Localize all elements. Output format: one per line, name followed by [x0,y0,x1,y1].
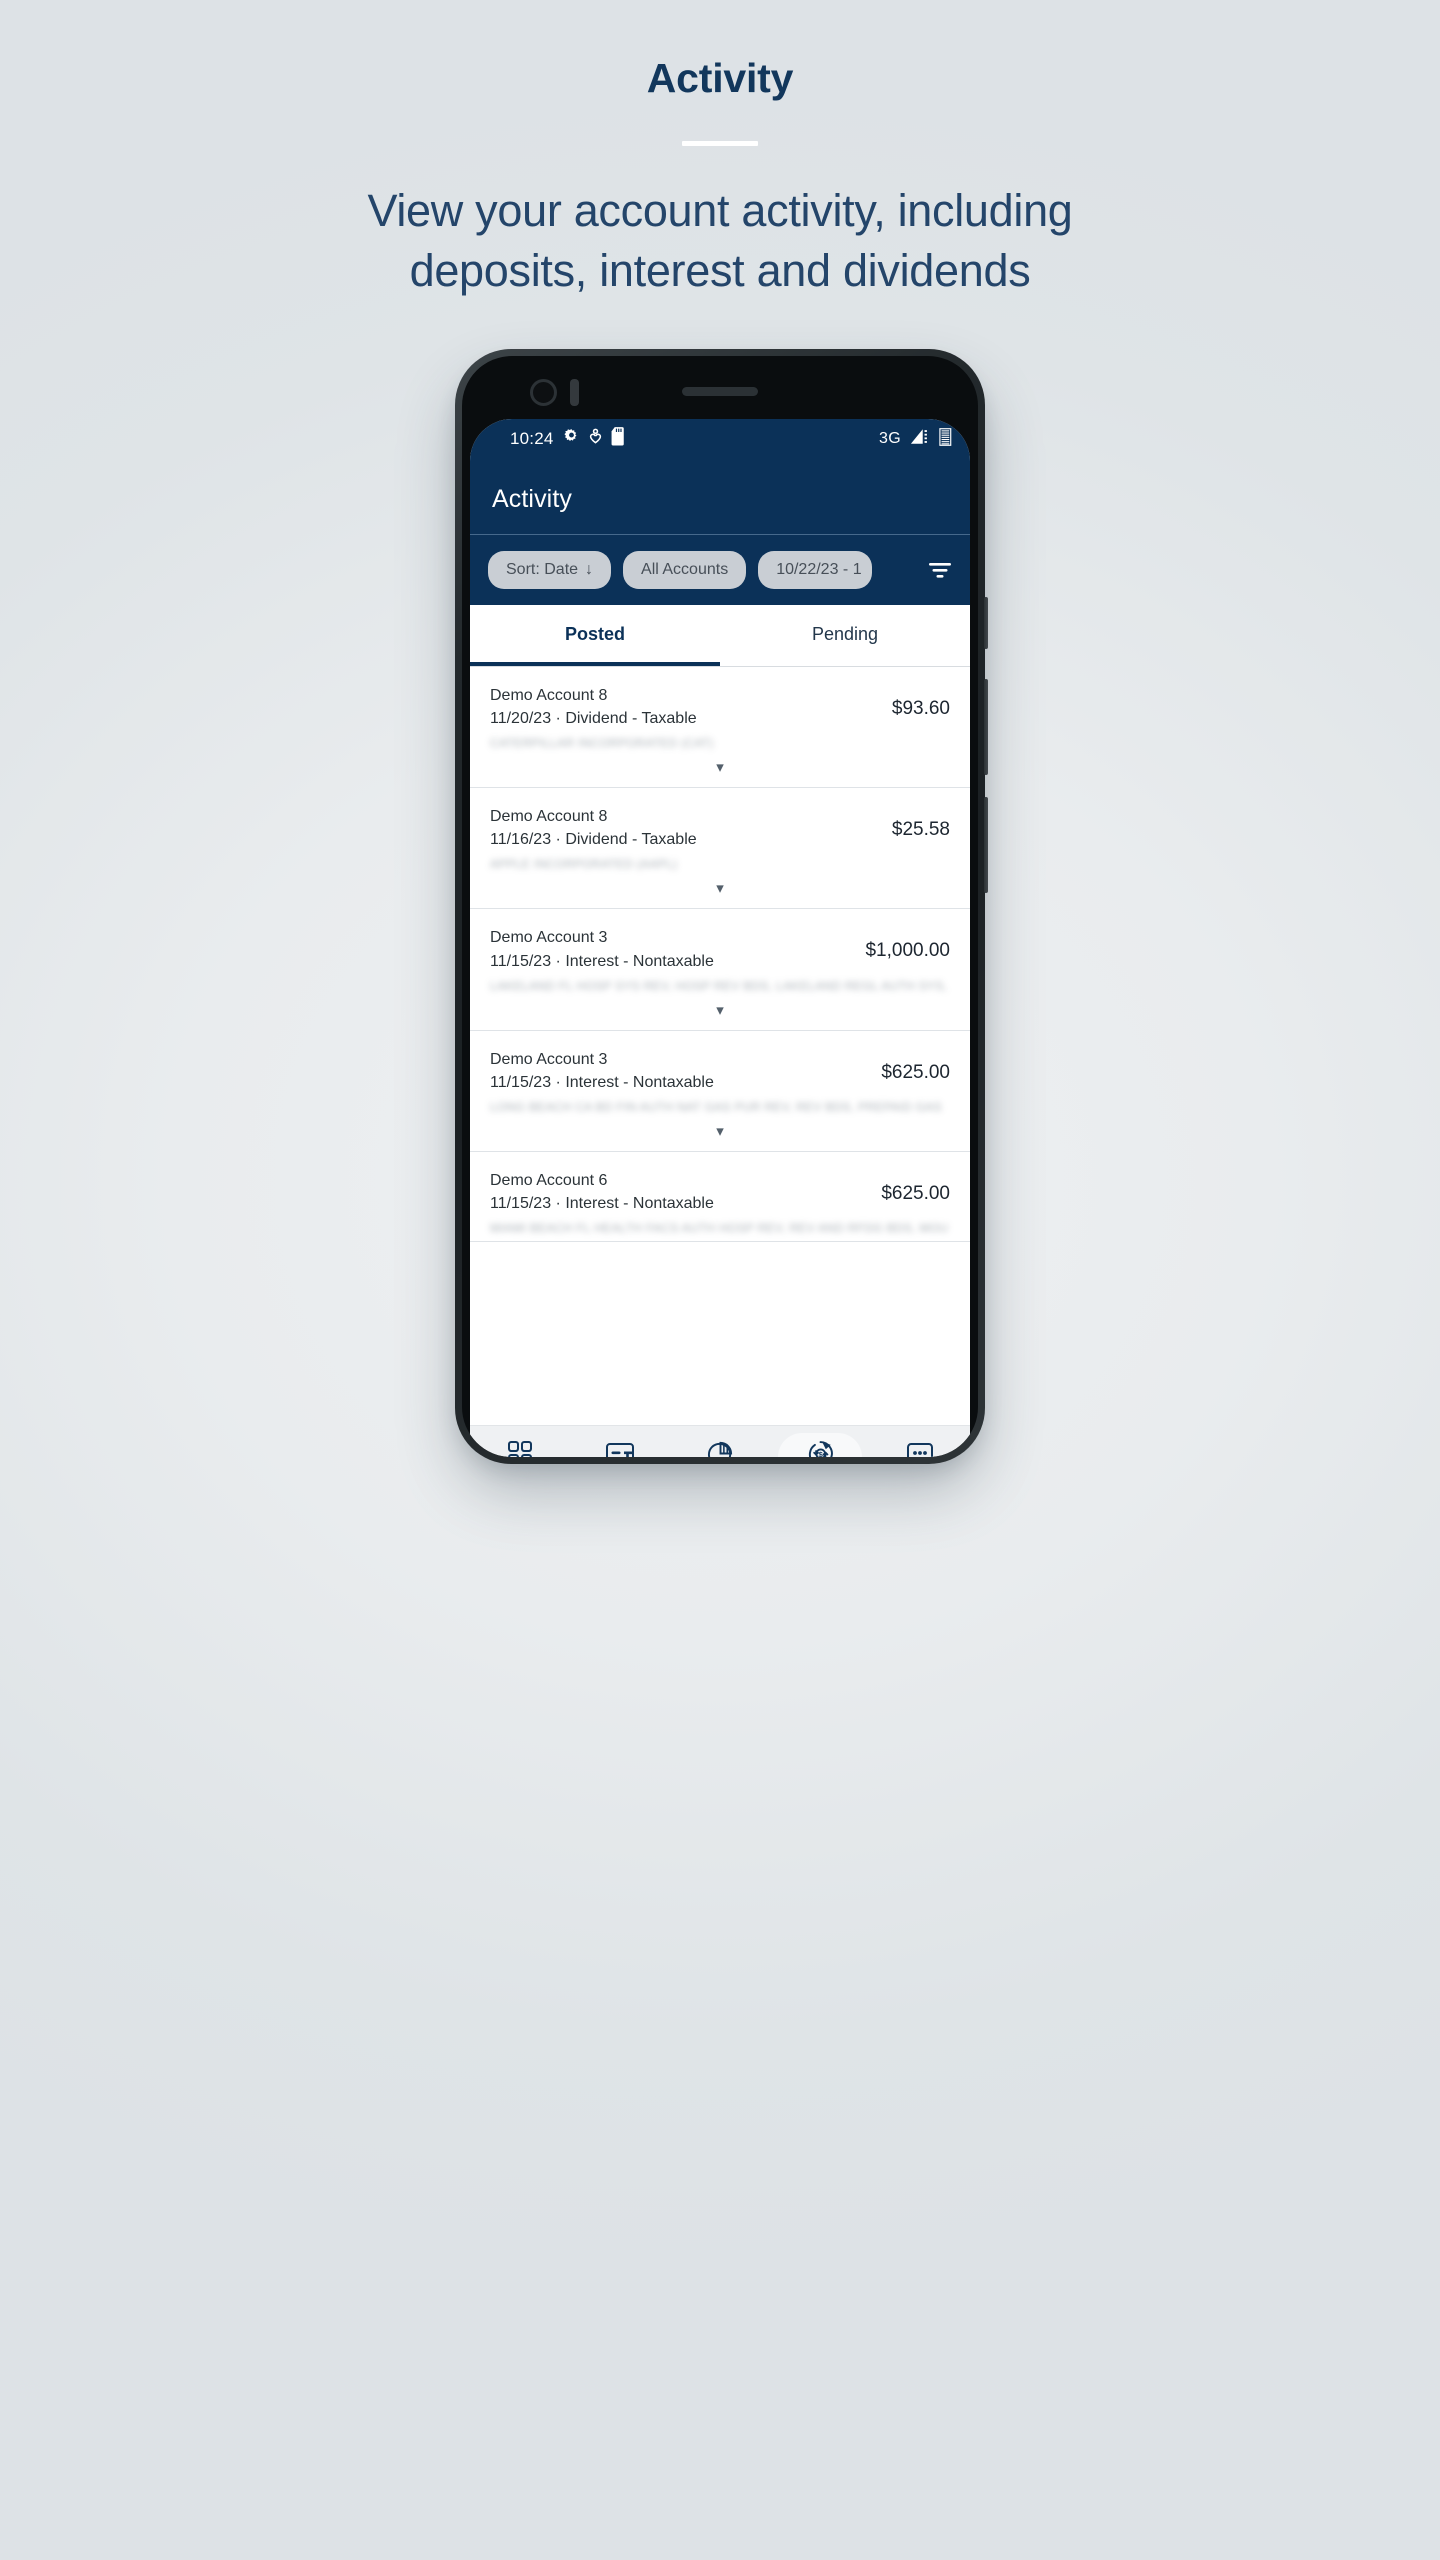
nav-item-activity[interactable]: $ Activity [770,1433,870,1457]
activity-tabs: Posted Pending [470,605,970,667]
promo-subtitle-line-1: View your account activity, including [367,185,1073,237]
activity-dollar-icon: $ [806,1438,835,1457]
app-header: Activity [470,459,970,535]
table-row[interactable]: Demo Account 3 11/15/23 · Interest - Non… [470,909,970,1031]
transaction-meta: 11/15/23 · Interest - Nontaxable [490,952,714,970]
table-row[interactable]: Demo Account 8 11/16/23 · Dividend - Tax… [470,788,970,910]
phone-screen: 10:24 3G Activity Sort: Date ↓ All Accou… [470,419,970,1457]
table-row[interactable]: Demo Account 6 11/15/23 · Interest - Non… [470,1152,970,1242]
chip-sort-date-label: Sort: Date [506,561,579,578]
page-title: Activity [646,55,794,101]
promo-header: Activity View your account activity, inc… [0,0,1440,301]
signal-icon [910,428,930,450]
funnel-icon[interactable] [926,556,954,584]
app-header-title: Activity [492,485,572,513]
promo-subtitle-line-2: deposits, interest and dividends [409,244,1031,296]
chip-all-accounts[interactable]: All Accounts [623,551,747,589]
phone-button-power[interactable] [984,797,988,893]
transaction-account: Demo Account 6 [490,1171,608,1189]
transaction-amount: $625.00 [881,1182,950,1204]
sensor-icon [570,379,579,406]
chip-date-range-label: 10/22/23 - 1 [776,561,862,578]
transaction-description: CATERPILLAR INCORPORATED (CAT) [490,736,714,751]
bottom-navigation: Dashboard Accounts [470,1425,970,1457]
chip-sort-date[interactable]: Sort: Date ↓ [488,551,612,589]
tab-posted[interactable]: Posted [470,605,720,666]
transaction-list[interactable]: Demo Account 8 11/20/23 · Dividend - Tax… [470,667,970,1425]
transaction-meta: 11/15/23 · Interest - Nontaxable [490,1194,714,1212]
svg-text:$: $ [818,1449,823,1457]
front-camera-icon [530,379,557,406]
status-bar: 10:24 3G [470,419,970,459]
transaction-description: LAKELAND FL HOSP SYS REV, HOSP REV BDS, … [490,978,948,993]
grid-icon [507,1438,533,1457]
nav-item-dashboard[interactable]: Dashboard [470,1438,570,1457]
status-time: 10:24 [510,429,554,448]
battery-icon [939,427,952,451]
chevron-down-icon[interactable]: ▾ [490,993,950,1030]
chevron-down-icon[interactable]: ▾ [490,871,950,908]
transaction-amount: $625.00 [881,1061,950,1083]
card-icon [605,1438,635,1457]
tab-pending[interactable]: Pending [720,605,970,666]
chevron-down-icon[interactable]: ▾ [490,750,950,787]
location-heart-icon [589,428,602,451]
transaction-amount: $25.58 [891,819,950,841]
chip-date-range[interactable]: 10/22/23 - 1 [758,551,872,589]
nav-item-accounts[interactable]: Accounts [570,1438,670,1457]
phone-button-volume-up[interactable] [984,597,988,649]
filter-chip-bar: Sort: Date ↓ All Accounts 10/22/23 - 1 [470,535,970,605]
table-row[interactable]: Demo Account 3 11/15/23 · Interest - Non… [470,1031,970,1152]
transaction-description: LONG BEACH CA BD FIN AUTH NAT GAS PUR RE… [490,1099,942,1114]
transaction-meta: 11/20/23 · Dividend - Taxable [490,710,697,728]
network-label: 3G [879,430,901,447]
transaction-account: Demo Account 8 [490,687,608,704]
transaction-description: MIAMI BEACH FL HEALTH FACS AUTH HOSP REV… [490,1220,949,1235]
sd-card-icon [611,427,626,451]
transaction-amount: $93.60 [891,698,950,719]
nav-item-portfolio[interactable]: Portfolio [670,1438,770,1457]
transaction-account: Demo Account 8 [490,808,608,826]
table-row[interactable]: Demo Account 8 11/20/23 · Dividend - Tax… [470,667,970,789]
transaction-amount: $1,000.00 [865,940,950,962]
gear-icon [563,428,580,450]
transaction-description: APPLE INCORPORATED (AAPL) [490,857,678,872]
transaction-account: Demo Account 3 [490,1050,608,1068]
transaction-meta: 11/15/23 · Interest - Nontaxable [490,1073,714,1091]
arrow-down-icon: ↓ [585,561,594,578]
earpiece-speaker [682,387,758,396]
phone-button-volume-down[interactable] [984,679,988,775]
phone-mockup: 10:24 3G Activity Sort: Date ↓ All Accou… [455,349,988,1464]
status-bar-right: 3G [879,427,952,451]
more-dots-icon [906,1438,934,1457]
phone-screen-bezel: 10:24 3G Activity Sort: Date ↓ All Accou… [462,356,978,1457]
title-divider [682,141,758,147]
chip-all-accounts-label: All Accounts [641,561,729,578]
phone-notch [470,365,970,419]
status-bar-left: 10:24 [510,427,626,451]
transaction-meta: 11/16/23 · Dividend - Taxable [490,831,697,849]
nav-item-more[interactable]: More [870,1438,970,1457]
transaction-account: Demo Account 3 [490,929,608,947]
pie-chart-icon [707,1438,734,1457]
phone-body: 10:24 3G Activity Sort: Date ↓ All Accou… [455,349,988,1464]
promo-subtitle: View your account activity, including de… [255,181,1185,301]
chevron-down-icon[interactable]: ▾ [490,1114,950,1151]
